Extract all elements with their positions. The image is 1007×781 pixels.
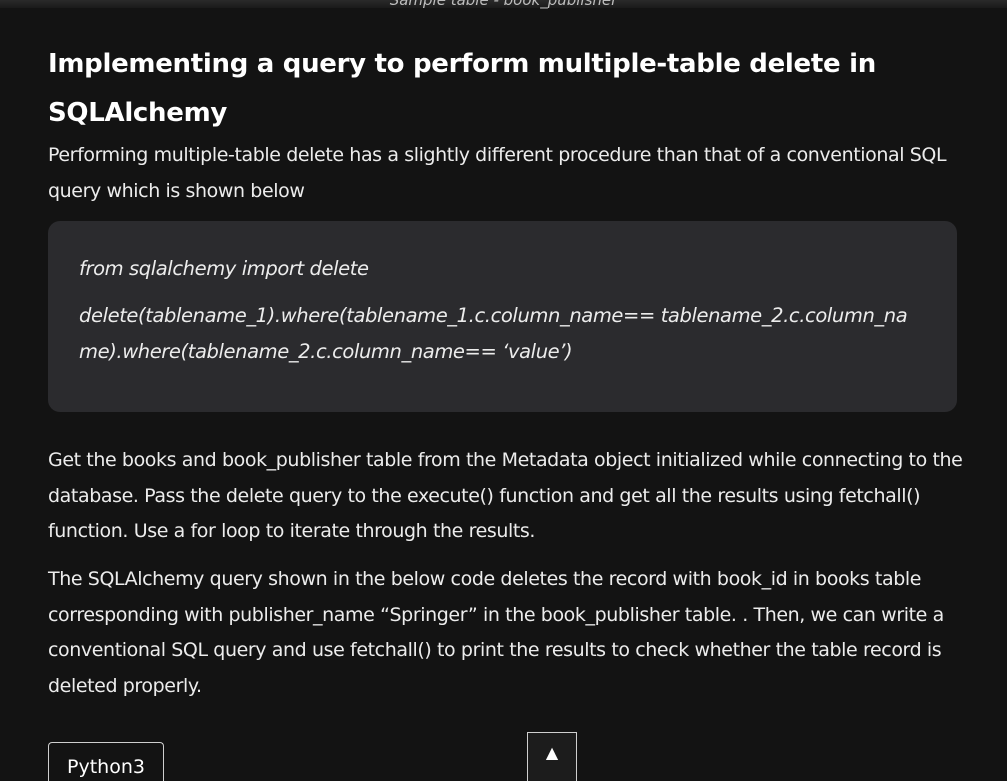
code-line: me).where(tablename_2.c.column_name== ‘v… <box>79 340 573 363</box>
triangle-up-icon: ▲ <box>545 743 559 762</box>
image-caption: Sample table - book_publisher <box>389 0 618 9</box>
code-language-tab-python3[interactable]: Python3 <box>48 742 164 781</box>
code-line: delete(tablename_1).where(tablename_1.c.… <box>79 304 908 327</box>
body-paragraph: Get the books and book_publisher table f… <box>48 449 963 542</box>
article-page: Sample table - book_publisher Implementi… <box>0 0 1007 781</box>
code-block: from sqlalchemy import delete delete(tab… <box>48 221 957 412</box>
code-line: from sqlalchemy import delete <box>79 257 369 280</box>
scroll-to-top-button[interactable]: ▲ <box>527 732 577 781</box>
section-heading: Implementing a query to perform multiple… <box>48 49 876 128</box>
body-paragraph: The SQLAlchemy query shown in the below … <box>48 568 944 697</box>
intro-paragraph: Performing multiple-table delete has a s… <box>48 144 947 202</box>
